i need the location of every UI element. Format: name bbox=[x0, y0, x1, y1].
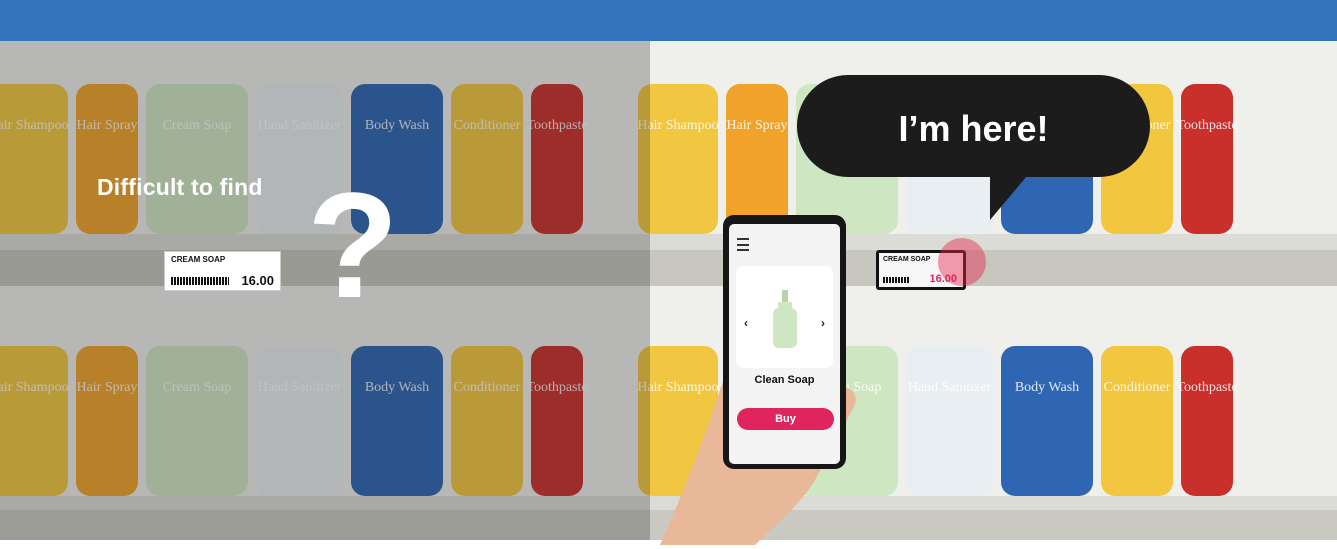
product-bottle-label: Hair Shampoo bbox=[637, 118, 718, 133]
esl-title: CREAM SOAP bbox=[883, 256, 931, 263]
product-bottle-label: Body Wash bbox=[365, 118, 429, 133]
product-name: Clean Soap bbox=[754, 374, 815, 386]
soap-bottle-icon bbox=[773, 290, 797, 348]
product-bottle bbox=[146, 346, 248, 496]
product-bottle-label: Hair Shampoo bbox=[0, 118, 69, 133]
product-bottle bbox=[1181, 84, 1233, 234]
product-bottle-label: Cream Soap bbox=[163, 118, 232, 133]
top-bar bbox=[0, 0, 1337, 41]
difficult-caption: Difficult to find bbox=[97, 174, 263, 200]
product-bottle-label: Hair Shampoo bbox=[0, 380, 69, 395]
product-bottle-label: Body Wash bbox=[1015, 380, 1079, 395]
product-bottle-label: Conditioner bbox=[454, 380, 521, 395]
product-bottle bbox=[1181, 346, 1233, 496]
paper-label-price: 16.00 bbox=[241, 273, 274, 288]
product-card: ‹ › bbox=[736, 266, 833, 368]
product-bottle bbox=[1101, 346, 1173, 496]
speech-bubble-text: I’m here! bbox=[898, 108, 1049, 149]
chevron-right-icon[interactable]: › bbox=[821, 316, 825, 330]
product-bottle bbox=[0, 346, 68, 496]
speech-bubble-tail bbox=[990, 170, 1032, 220]
product-bottle-label: Cream Soap bbox=[163, 380, 232, 395]
buy-button[interactable]: Buy bbox=[737, 408, 834, 430]
barcode-icon bbox=[171, 277, 229, 285]
esl-blink-indicator bbox=[938, 238, 986, 286]
product-bottle-label: Toothpaste bbox=[1176, 118, 1237, 133]
product-bottle bbox=[351, 346, 443, 496]
product-bottle-label: Conditioner bbox=[1104, 380, 1171, 395]
product-bottle-label: Hand Sanitizer bbox=[908, 380, 992, 395]
product-bottle bbox=[76, 346, 138, 496]
product-bottle bbox=[531, 346, 583, 496]
product-bottle-label: Toothpaste bbox=[526, 380, 587, 395]
product-bottle-label: Hair Spray bbox=[76, 380, 137, 395]
product-bottle bbox=[1001, 346, 1093, 496]
product-bottle-label: Toothpaste bbox=[1176, 380, 1237, 395]
product-bottle bbox=[451, 346, 523, 496]
product-bottle-label: Body Wash bbox=[365, 380, 429, 395]
product-bottle-label: Conditioner bbox=[454, 118, 521, 133]
product-bottle bbox=[146, 84, 248, 234]
product-bottle-label: Hair Spray bbox=[726, 118, 787, 133]
product-bottle-label: Hand Sanitizer bbox=[258, 118, 342, 133]
product-bottle bbox=[76, 84, 138, 234]
paper-label-title: CREAM SOAP bbox=[171, 255, 226, 264]
product-bottle-label: Hair Spray bbox=[76, 118, 137, 133]
product-bottle bbox=[0, 84, 68, 234]
product-bottle bbox=[256, 346, 343, 496]
chevron-left-icon[interactable]: ‹ bbox=[744, 316, 748, 330]
product-bottle-label: Hand Sanitizer bbox=[258, 380, 342, 395]
product-bottle bbox=[638, 84, 718, 234]
shelf-top bbox=[0, 234, 1337, 250]
product-bottle bbox=[726, 84, 788, 234]
banner-frame: Hair Shampoo Hair Spray Cream Soap Hand San… bbox=[0, 0, 1337, 549]
question-mark: ? bbox=[307, 161, 399, 329]
menu-icon[interactable] bbox=[737, 238, 749, 251]
product-bottle bbox=[451, 84, 523, 234]
barcode-icon bbox=[883, 277, 909, 283]
phone-screen: ‹ › Clean Soap Buy bbox=[729, 224, 840, 464]
paper-price-label: CREAM SOAP 16.00 bbox=[164, 251, 281, 291]
product-bottle-label: Toothpaste bbox=[526, 118, 587, 133]
product-bottle bbox=[906, 346, 993, 496]
product-bottle bbox=[531, 84, 583, 234]
